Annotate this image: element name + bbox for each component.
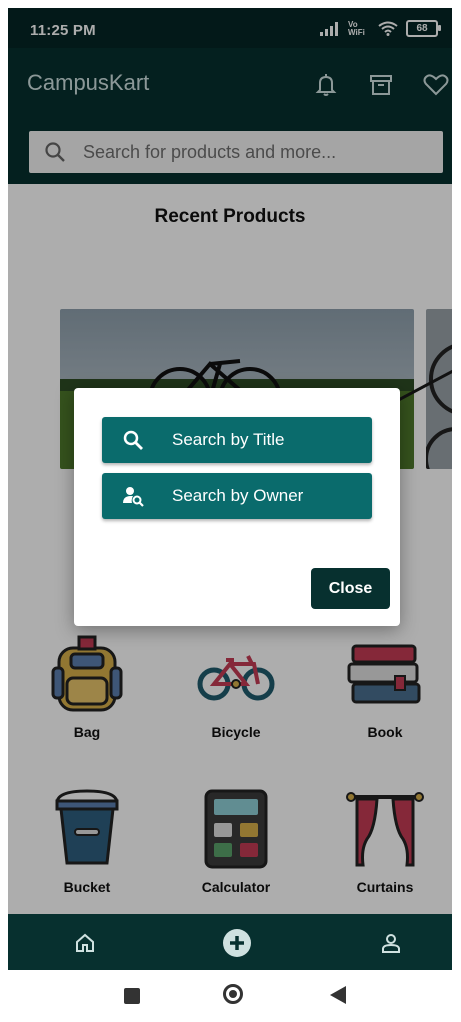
system-navigation [8,970,452,1022]
search-by-owner-button[interactable]: Search by Owner [102,473,372,519]
home-button[interactable] [223,984,243,1004]
search-by-owner-label: Search by Owner [172,486,304,505]
search-icon [123,430,143,450]
search-by-title-button[interactable]: Search by Title [102,417,372,463]
add-icon[interactable] [222,928,252,958]
person-search-icon [123,487,144,507]
recents-button[interactable] [124,988,140,1004]
bottom-navigation [8,914,452,970]
search-options-dialog: Search by Title Search by Owner Close [74,388,400,626]
profile-icon[interactable] [376,928,406,958]
app-screen: 11:25 PM Vo WiFi 68 CampusKart Search fo… [8,8,452,1022]
back-button[interactable] [330,986,346,1004]
home-icon[interactable] [70,928,100,958]
search-by-title-label: Search by Title [172,430,285,449]
close-button[interactable]: Close [311,568,390,609]
